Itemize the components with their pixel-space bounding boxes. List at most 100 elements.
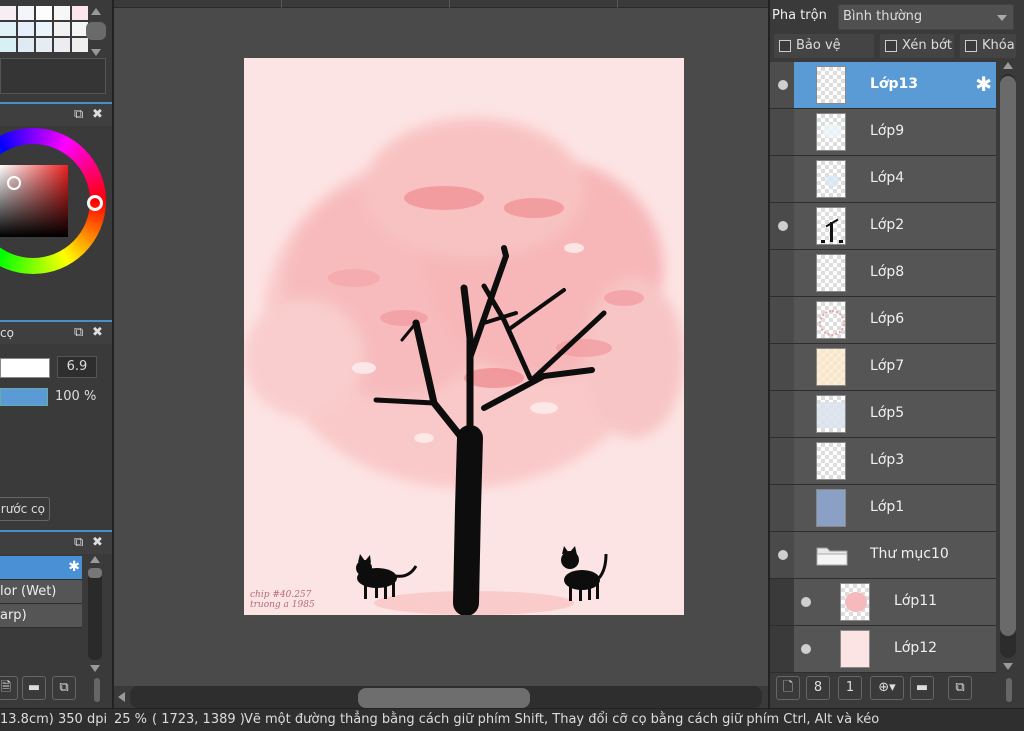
scroll-thumb[interactable] [86, 22, 106, 40]
eye-icon[interactable] [778, 550, 788, 560]
resize-grip[interactable] [1006, 678, 1012, 702]
visibility-toggle[interactable] [770, 344, 794, 390]
color-swatch[interactable] [18, 38, 34, 52]
brush-size-slider[interactable] [0, 358, 50, 378]
layer-row[interactable]: Lớp13 ✱ [770, 62, 996, 109]
blend-mode-select[interactable]: Bình thường [838, 4, 1014, 30]
popout-icon[interactable]: ⧉ [74, 107, 83, 122]
scroll-left-icon[interactable] [118, 692, 125, 702]
color-swatch[interactable] [36, 6, 52, 20]
new-brush-icon[interactable]: 🗎 [0, 676, 18, 700]
gear-icon[interactable]: ✱ [68, 556, 80, 579]
lock-checkbox[interactable]: Khóa [960, 34, 1016, 58]
layer-name: Lớp7 [870, 358, 905, 374]
scroll-up-icon[interactable] [91, 8, 101, 15]
horizontal-scrollbar[interactable] [114, 686, 768, 708]
scroll-thumb[interactable] [1000, 76, 1016, 636]
color-swatch[interactable] [18, 6, 34, 20]
popout-icon[interactable]: ⧉ [74, 325, 83, 340]
scroll-down-icon[interactable] [91, 49, 101, 56]
swatch-scrollbar[interactable] [86, 8, 106, 56]
duplicate-layer-icon[interactable]: ⧉ [948, 676, 972, 700]
scroll-thumb[interactable] [88, 568, 102, 578]
checkbox-icon[interactable] [779, 40, 791, 52]
visibility-toggle[interactable] [770, 579, 794, 625]
visibility-toggle[interactable] [770, 156, 794, 202]
gear-icon[interactable]: ✱ [975, 72, 992, 96]
canvas-area[interactable]: chip #40.257 truong a 1985 [112, 0, 768, 708]
visibility-toggle[interactable] [770, 485, 794, 531]
brush-item[interactable]: arp) [0, 604, 82, 628]
eye-icon[interactable] [778, 221, 788, 231]
color-swatch[interactable] [0, 38, 16, 52]
close-icon[interactable]: ✖ [92, 535, 103, 550]
layer-row[interactable]: Lớp3 [770, 438, 996, 485]
scroll-up-icon[interactable] [1003, 62, 1013, 69]
layer-scrollbar[interactable] [998, 62, 1018, 670]
color-swatch[interactable] [54, 22, 70, 36]
visibility-toggle[interactable] [770, 626, 794, 672]
layer-thumbnail [816, 254, 846, 292]
previous-brush-button[interactable]: rước cọ [0, 497, 50, 521]
checkbox-icon[interactable] [885, 40, 897, 52]
scroll-thumb[interactable] [358, 688, 530, 708]
scroll-down-icon[interactable] [90, 665, 100, 672]
visibility-toggle[interactable] [770, 391, 794, 437]
layer-row[interactable]: Lớp11 [770, 579, 996, 626]
popout-icon[interactable]: ⧉ [74, 535, 83, 550]
layer-row[interactable]: Lớp9 [770, 109, 996, 156]
new-8bit-layer-icon[interactable]: 8 [806, 676, 830, 700]
resize-grip[interactable] [94, 678, 100, 702]
layer-row[interactable]: Lớp5 [770, 391, 996, 438]
color-swatch[interactable] [36, 22, 52, 36]
brush-item[interactable]: ✱ [0, 556, 82, 580]
brush-opacity-slider[interactable] [0, 388, 48, 406]
layer-row[interactable]: Lớp6 [770, 297, 996, 344]
color-swatch[interactable] [54, 6, 70, 20]
tab[interactable] [114, 0, 282, 8]
add-layer-menu-icon[interactable]: ⊕▾ [870, 676, 904, 700]
layer-row[interactable]: Lớp12 [770, 626, 996, 673]
visibility-toggle[interactable] [770, 438, 794, 484]
color-swatch[interactable] [54, 38, 70, 52]
clipping-checkbox[interactable]: Xén bớt [880, 34, 954, 58]
hue-picker-handle[interactable] [87, 195, 103, 211]
duplicate-icon[interactable]: ⧉ [52, 676, 76, 700]
layer-row[interactable]: Lớp1 [770, 485, 996, 532]
layer-row[interactable]: Lớp2 [770, 203, 996, 250]
tab[interactable] [282, 0, 450, 8]
tab[interactable] [450, 0, 618, 8]
visibility-toggle[interactable] [770, 297, 794, 343]
protect-alpha-checkbox[interactable]: Bảo vệ alpha [774, 34, 874, 77]
close-icon[interactable]: ✖ [92, 107, 103, 122]
brush-list-header: ⧉ ✖ [0, 530, 112, 554]
new-layer-icon[interactable]: 🗋 [776, 676, 800, 700]
layer-row[interactable]: Lớp8 [770, 250, 996, 297]
visibility-toggle[interactable] [770, 109, 794, 155]
layer-folder[interactable]: Thư mục10 [770, 532, 996, 579]
eye-icon[interactable] [801, 644, 811, 654]
layer-row[interactable]: Lớp7 [770, 344, 996, 391]
brush-list-scrollbar[interactable] [86, 556, 104, 672]
sv-picker-handle[interactable] [7, 176, 21, 190]
close-icon[interactable]: ✖ [92, 325, 103, 340]
scroll-up-icon[interactable] [90, 556, 100, 563]
folder-icon[interactable]: ▬ [22, 676, 46, 700]
folder-icon[interactable]: ▬ [910, 676, 934, 700]
color-swatches[interactable] [0, 6, 88, 52]
color-swatch[interactable] [0, 22, 16, 36]
brush-size-value[interactable]: 6.9 [57, 356, 97, 378]
new-1bit-layer-icon[interactable]: 1 [838, 676, 862, 700]
visibility-toggle[interactable] [770, 250, 794, 296]
checkbox-icon[interactable] [965, 40, 977, 52]
document-tabs[interactable] [114, 0, 768, 8]
drawing-canvas[interactable]: chip #40.257 truong a 1985 [244, 58, 684, 615]
color-swatch[interactable] [18, 22, 34, 36]
color-swatch[interactable] [0, 6, 16, 20]
eye-icon[interactable] [778, 80, 788, 90]
brush-item[interactable]: lor (Wet) [0, 580, 82, 604]
scroll-down-icon[interactable] [1003, 663, 1013, 670]
color-swatch[interactable] [36, 38, 52, 52]
layer-row[interactable]: Lớp4 [770, 156, 996, 203]
eye-icon[interactable] [801, 597, 811, 607]
